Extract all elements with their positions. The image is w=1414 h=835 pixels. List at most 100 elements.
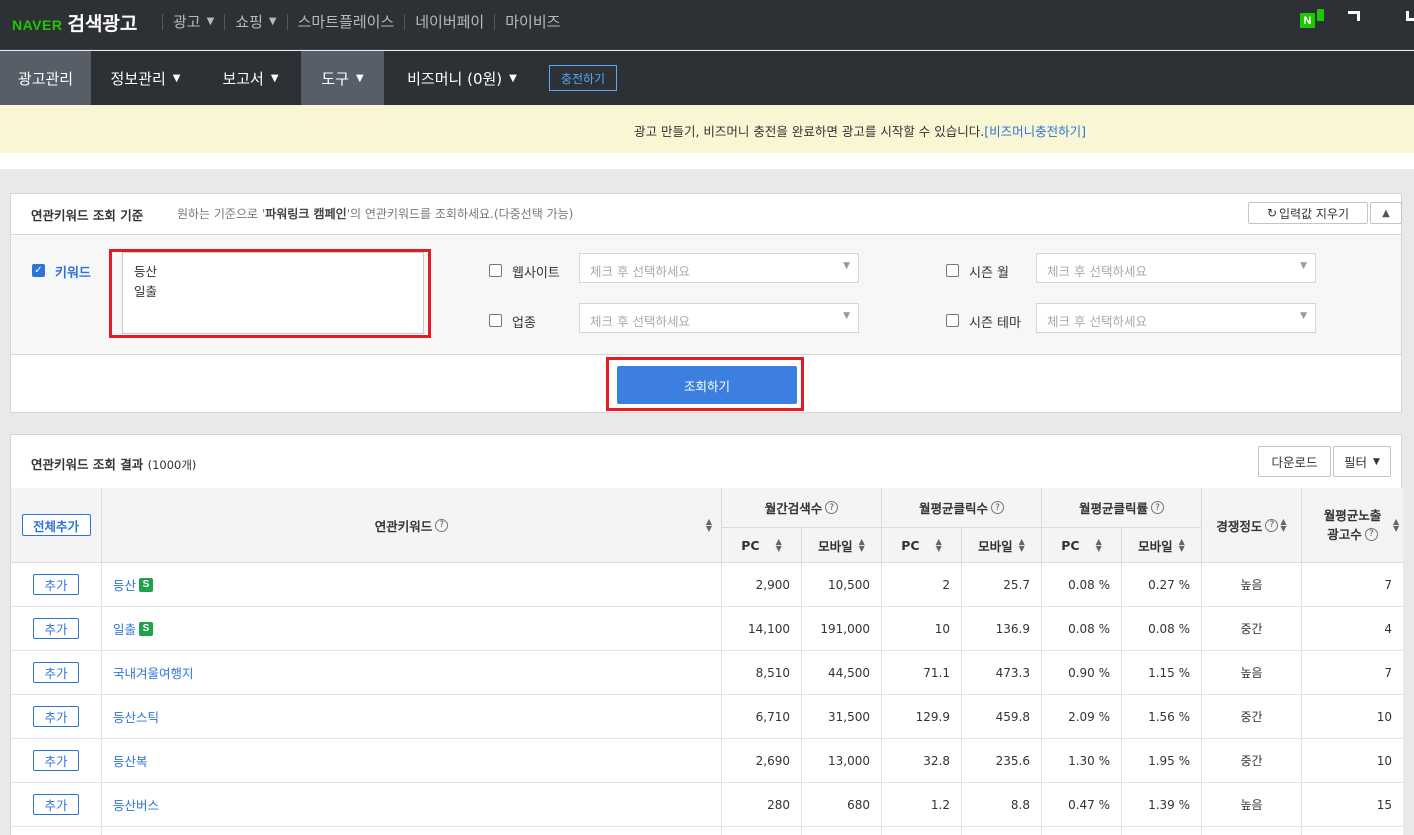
help-icon[interactable]: ? (435, 518, 449, 532)
keyword-text: 등산버스 (113, 798, 160, 813)
add-all-button[interactable]: 전체추가 (21, 514, 91, 536)
keyword-column-header[interactable]: 연관키워드? ▲ ▼ (102, 488, 722, 563)
mobile-clicks-cell: 473.3 (962, 651, 1042, 695)
menu-ad-management[interactable]: 광고관리 (0, 51, 91, 105)
pc-search-cell-value: 6,710 (755, 709, 790, 724)
desc-suffix: '의 연관키워드를 조회하세요.(다중선택 가능) (346, 207, 574, 221)
chevron-down-icon: ▼ (355, 72, 364, 84)
help-icon[interactable]: ? (1265, 518, 1279, 532)
mobile-ctr-header[interactable]: 모바일 ▲ ▼ (1122, 528, 1202, 563)
pc-clicks-header[interactable]: PC ▲ ▼ (882, 528, 962, 563)
keyword-text: 국내겨울여행지 (113, 666, 194, 681)
competition-cell: 중간 (1202, 739, 1302, 783)
pc-clicks-cell: 2 (882, 563, 962, 607)
user-menu-icon[interactable] (1348, 11, 1360, 21)
keyword-link[interactable]: 국내겨울여행지 (102, 663, 194, 682)
pc-search-cell-value: 8,510 (755, 665, 790, 680)
season-month-select[interactable]: 체크 후 선택하세요 ▼ (1036, 253, 1316, 283)
pc-search-cell-value: 14,100 (748, 621, 790, 636)
topnav-naverpay[interactable]: 네이버페이 (415, 11, 484, 32)
refresh-icon: ↻ (1266, 206, 1277, 220)
more-menu-icon[interactable] (1406, 11, 1414, 21)
sort-icon[interactable]: ▲ ▼ (936, 538, 942, 553)
industry-select[interactable]: 체크 후 선택하세요 ▼ (579, 303, 859, 333)
add-keyword-button[interactable]: 추가 (33, 574, 79, 595)
criteria-header: 연관키워드 조회 기준 원하는 기준으로 '파워링크 캠페인'의 연관키워드를 … (11, 194, 1402, 235)
season-theme-select[interactable]: 체크 후 선택하세요 ▼ (1036, 303, 1316, 333)
menu-reports[interactable]: 보고서 ▼ (200, 51, 301, 105)
pc-clicks-cell: 32.8 (882, 739, 962, 783)
season-month-label: 시즌 월 (969, 266, 1010, 281)
keyword-link[interactable]: 등산복 (102, 751, 148, 770)
website-select[interactable]: 체크 후 선택하세요 ▼ (579, 253, 859, 283)
add-keyword-button[interactable]: 추가 (33, 662, 79, 683)
download-button[interactable]: 다운로드 (1258, 446, 1331, 477)
keyword-link[interactable]: 등산버스 (102, 795, 159, 814)
add-cell: 추가 (11, 783, 102, 827)
mobile-search-header[interactable]: 모바일 ▲ ▼ (802, 528, 882, 563)
pc-ctr-header[interactable]: PC ▲ ▼ (1042, 528, 1122, 563)
filter-label: 필터 (1344, 455, 1368, 470)
topnav-ad[interactable]: 광고 ▼ (173, 11, 214, 32)
naver-n-icon[interactable]: N (1300, 13, 1315, 28)
mobile-clicks-cell-value: 459.8 (995, 709, 1030, 724)
keyword-checkbox[interactable]: ✓ (32, 264, 45, 277)
menu-tools[interactable]: 도구 ▼ (301, 51, 384, 105)
competition-cell: 중간 (1202, 607, 1302, 651)
add-keyword-button[interactable]: 추가 (33, 750, 79, 771)
chevron-down-icon: ▼ (270, 72, 279, 84)
nav-divider (286, 13, 288, 30)
sort-icon[interactable]: ▲ ▼ (1019, 538, 1025, 553)
add-keyword-button[interactable]: 추가 (33, 706, 79, 727)
keyword-link[interactable]: 등산스틱 (102, 707, 159, 726)
add-keyword-button[interactable]: 추가 (33, 794, 79, 815)
website-checkbox[interactable] (489, 264, 502, 277)
help-icon[interactable]: ? (825, 501, 839, 514)
nav-divider (494, 13, 496, 30)
topnav-smartplace[interactable]: 스마트플레이스 (298, 11, 395, 32)
sort-icon[interactable]: ▲ ▼ (1393, 518, 1399, 533)
highlight-box (606, 357, 804, 411)
pc-search-header[interactable]: PC ▲ ▼ (722, 528, 802, 563)
competition-cell-value: 높음 (1240, 666, 1263, 680)
sort-icon[interactable]: ▲ ▼ (859, 538, 865, 553)
add-keyword-button[interactable]: 추가 (33, 618, 79, 639)
select-placeholder: 체크 후 선택하세요 (1047, 264, 1147, 279)
table-row-partial (1202, 827, 1302, 835)
filter-button[interactable]: 필터 ▼ (1333, 446, 1391, 477)
keyword-cell: 등산복 (102, 739, 722, 783)
mobile-clicks-header[interactable]: 모바일 ▲ ▼ (962, 528, 1042, 563)
keyword-link[interactable]: 일출 S (102, 619, 154, 638)
season-month-checkbox[interactable] (946, 264, 959, 277)
charge-button[interactable]: 충전하기 (549, 65, 617, 91)
sort-icon[interactable]: ▲ ▼ (1280, 518, 1286, 533)
select-placeholder: 체크 후 선택하세요 (590, 264, 690, 279)
season-theme-checkbox[interactable] (946, 314, 959, 327)
ads-count-cell: 7 (1302, 563, 1403, 607)
menu-bizmoney[interactable]: 비즈머니 (0원) ▼ (384, 51, 540, 105)
reset-input-button[interactable]: ↻ 입력값 지우기 (1248, 202, 1368, 224)
bizmoney-charge-link[interactable]: [비즈머니충전하기] (984, 124, 1086, 139)
mobile-ctr-cell-value: 1.95 % (1148, 753, 1190, 768)
topnav-shopping[interactable]: 쇼핑 ▼ (235, 11, 276, 32)
brand-logo[interactable]: NAVER 검색광고 (12, 9, 137, 36)
sort-icon[interactable]: ▲ ▼ (1096, 538, 1102, 553)
menu-info-management[interactable]: 정보관리 ▼ (91, 51, 200, 105)
chevron-up-icon: ▲ (1382, 207, 1390, 219)
sort-icon[interactable]: ▲ ▼ (706, 518, 712, 533)
topnav-mybiz[interactable]: 마이비즈 (505, 11, 560, 32)
sort-icon[interactable]: ▲ ▼ (776, 538, 782, 553)
add-cell: 추가 (11, 739, 102, 783)
mobile-label: 모바일 (978, 538, 1013, 554)
sort-icon[interactable]: ▲ ▼ (1179, 538, 1185, 553)
ads-count-header[interactable]: 월평균노출 광고수? (1302, 488, 1403, 563)
collapse-button[interactable]: ▲ (1370, 202, 1402, 224)
help-icon[interactable]: ? (1364, 528, 1378, 541)
keyword-link[interactable]: 등산 S (102, 575, 154, 594)
help-icon[interactable]: ? (1151, 501, 1164, 514)
mobile-clicks-cell-value: 235.6 (995, 753, 1030, 768)
help-icon[interactable]: ? (991, 501, 1004, 514)
table-row-partial (1122, 827, 1202, 835)
industry-checkbox[interactable] (489, 314, 502, 327)
competition-header[interactable]: 경쟁정도? ▲ ▼ (1202, 488, 1302, 563)
